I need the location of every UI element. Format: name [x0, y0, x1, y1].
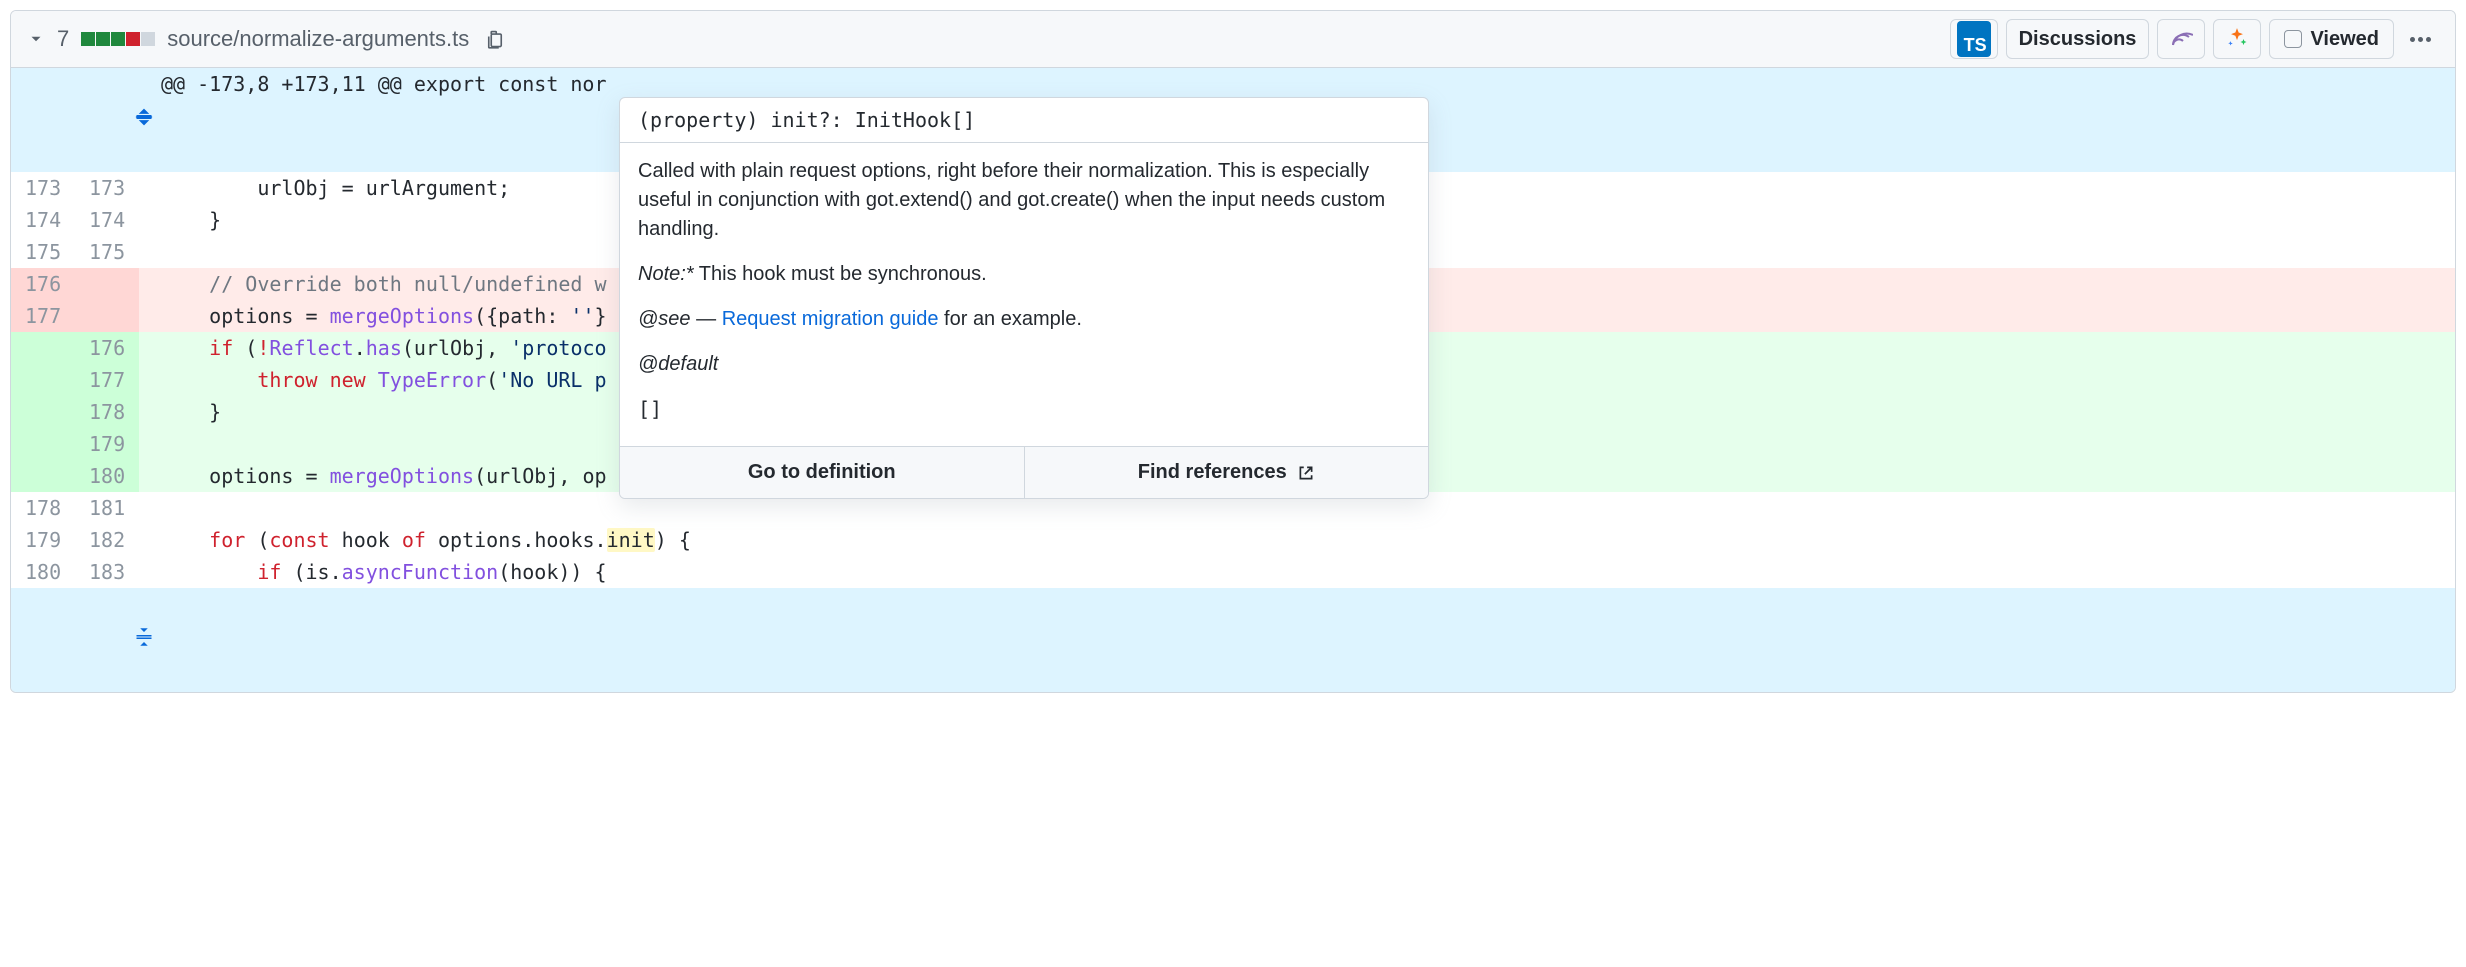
old-line-number[interactable]: [11, 364, 75, 396]
diff-container: 7 source/normalize-arguments.ts TS Discu…: [10, 10, 2456, 693]
code-cell[interactable]: if (is.asyncFunction(hook)) {: [139, 556, 2455, 588]
viewed-checkbox[interactable]: [2284, 30, 2302, 48]
expand-icon: [131, 627, 157, 647]
new-line-number[interactable]: [75, 268, 139, 300]
chunk-square-green: [81, 32, 95, 46]
new-line-number[interactable]: 180: [75, 460, 139, 492]
expand-icon: [131, 107, 157, 127]
new-line-number[interactable]: 182: [75, 524, 139, 556]
chunk-square-green: [111, 32, 125, 46]
hover-default-label: @default: [638, 350, 1410, 379]
file-header: 7 source/normalize-arguments.ts TS Discu…: [11, 11, 2455, 68]
diff-row: 180183 if (is.asyncFunction(hook)) {: [11, 556, 2455, 588]
hover-see-link[interactable]: Request migration guide: [722, 308, 939, 330]
chunk-square-grey: [141, 32, 155, 46]
new-line-number[interactable]: 177: [75, 364, 139, 396]
chunk-square-red: [126, 32, 140, 46]
file-header-right: TS Discussions Viewed: [1950, 19, 2439, 59]
diff-row: 179182 for (const hook of options.hooks.…: [11, 524, 2455, 556]
old-line-number[interactable]: [11, 460, 75, 492]
new-line-number[interactable]: 183: [75, 556, 139, 588]
find-references-button[interactable]: Find references: [1024, 447, 1429, 498]
new-line-number[interactable]: 175: [75, 236, 139, 268]
discussions-button[interactable]: Discussions: [2006, 19, 2150, 59]
hover-description: Called with plain request options, right…: [638, 157, 1410, 244]
old-line-number[interactable]: 173: [11, 172, 75, 204]
new-line-number[interactable]: 176: [75, 332, 139, 364]
old-line-number[interactable]: [11, 428, 75, 460]
chunk-bar: [81, 32, 155, 46]
new-line-number[interactable]: 179: [75, 428, 139, 460]
code-cell[interactable]: for (const hook of options.hooks.init) {: [139, 524, 2455, 556]
old-line-number[interactable]: 174: [11, 204, 75, 236]
hover-see: @see — Request migration guide for an ex…: [638, 305, 1410, 334]
file-header-left: 7 source/normalize-arguments.ts: [27, 25, 509, 53]
hover-body: Called with plain request options, right…: [620, 143, 1428, 446]
old-line-number[interactable]: 176: [11, 268, 75, 300]
viewed-toggle[interactable]: Viewed: [2269, 19, 2394, 59]
old-line-number[interactable]: 175: [11, 236, 75, 268]
sparkle-icon: [2224, 26, 2250, 52]
old-line-number[interactable]: 180: [11, 556, 75, 588]
copy-path-icon[interactable]: [481, 25, 509, 53]
sentry-button[interactable]: [2157, 19, 2205, 59]
hover-actions: Go to definition Find references: [620, 446, 1428, 498]
hover-note: Note:* This hook must be synchronous.: [638, 260, 1410, 289]
chunk-square-green: [96, 32, 110, 46]
old-line-number[interactable]: [11, 396, 75, 428]
new-line-number[interactable]: [75, 300, 139, 332]
typescript-icon: TS: [1957, 21, 1991, 57]
new-line-number[interactable]: 173: [75, 172, 139, 204]
ts-badge-button[interactable]: TS: [1950, 19, 1998, 59]
external-link-icon: [1297, 464, 1315, 482]
new-line-number[interactable]: 181: [75, 492, 139, 524]
old-line-number[interactable]: [11, 332, 75, 364]
kebab-menu-icon[interactable]: [2402, 29, 2439, 50]
old-line-number[interactable]: 177: [11, 300, 75, 332]
old-line-number[interactable]: 178: [11, 492, 75, 524]
file-path[interactable]: source/normalize-arguments.ts: [167, 26, 469, 52]
new-line-number[interactable]: 178: [75, 396, 139, 428]
hover-default-value: []: [638, 395, 1410, 424]
chunk-count: 7: [57, 26, 69, 52]
old-line-number[interactable]: 179: [11, 524, 75, 556]
tools-button[interactable]: [2213, 19, 2261, 59]
viewed-label: Viewed: [2310, 28, 2379, 51]
chevron-down-icon[interactable]: [27, 30, 45, 48]
new-line-number[interactable]: 174: [75, 204, 139, 236]
expand-row-bottom[interactable]: [11, 588, 2455, 692]
goto-definition-button[interactable]: Go to definition: [620, 447, 1024, 498]
hover-card: (property) init?: InitHook[] Called with…: [619, 97, 1429, 499]
hover-signature: (property) init?: InitHook[]: [620, 98, 1428, 143]
